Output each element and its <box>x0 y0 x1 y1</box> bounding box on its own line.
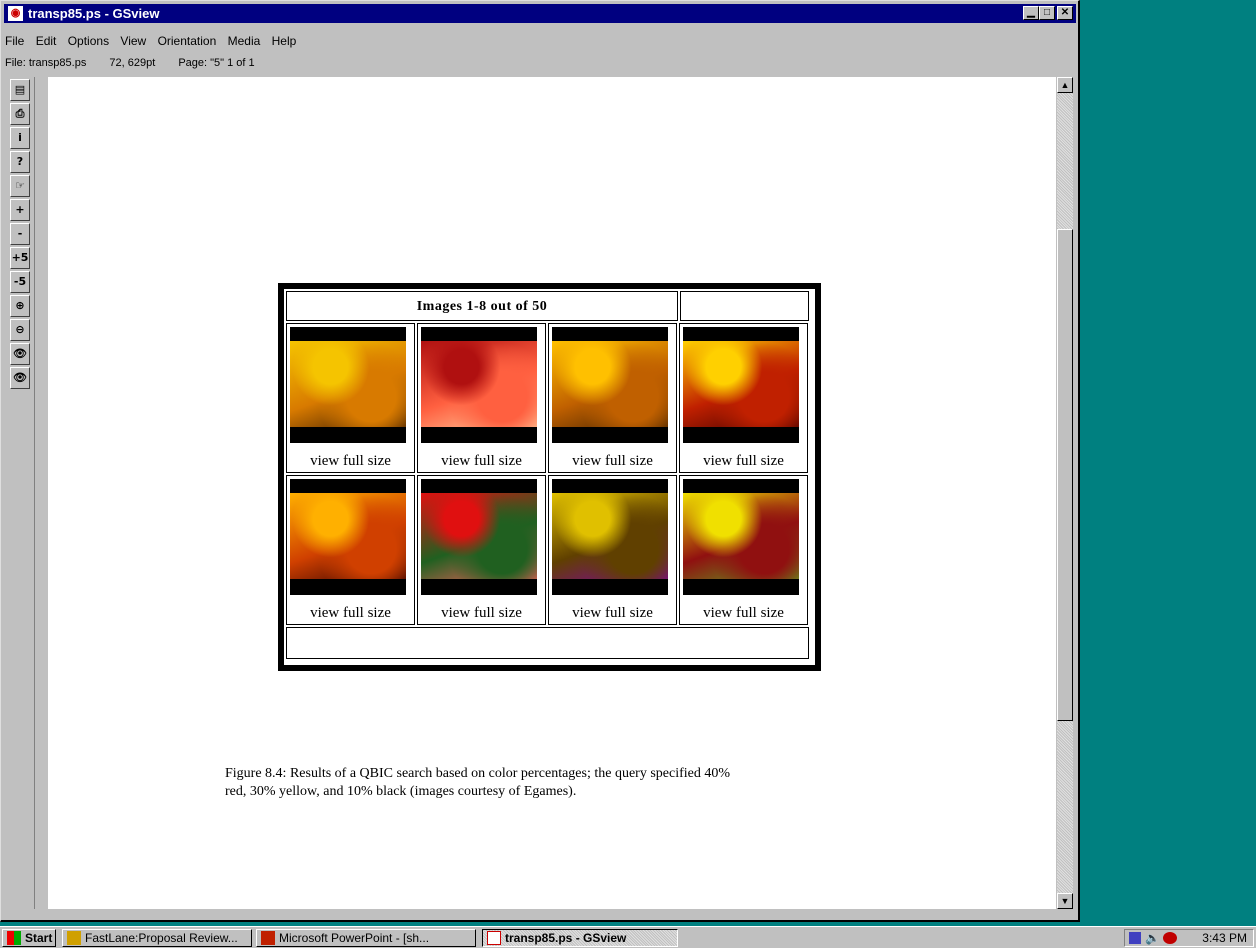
taskbar-fastlane[interactable]: FastLane:Proposal Review... <box>62 929 252 947</box>
system-tray: 🔈 3:43 PM <box>1124 929 1254 947</box>
thumbnail-image <box>421 493 537 579</box>
gsview-task-icon <box>487 931 501 945</box>
view-full-size-link[interactable]: view full size <box>549 605 676 622</box>
status-line: File: transp85.ps 72, 629pt Page: "5" 1 … <box>5 57 275 73</box>
fastlane-app-icon <box>67 931 81 945</box>
maximize-button[interactable]: □ <box>1039 6 1055 20</box>
result-cell: view full size <box>548 323 677 473</box>
result-thumbnail-bridge[interactable] <box>290 479 406 595</box>
powerpoint-app-icon <box>261 931 275 945</box>
view-full-size-link[interactable]: view full size <box>287 605 414 622</box>
start-label: Start <box>25 931 53 945</box>
status-page: Page: "5" 1 of 1 <box>178 57 255 69</box>
skip-forward-5-icon[interactable]: +5 <box>10 247 30 269</box>
result-thumbnail-buildings[interactable] <box>683 327 799 443</box>
taskbar-fastlane-label: FastLane:Proposal Review... <box>85 931 238 945</box>
menu-options[interactable]: Options <box>68 34 109 48</box>
qbic-results-table: Images 1-8 out of 50 view full size view … <box>278 283 821 671</box>
goto-page-icon[interactable]: ☞ <box>10 175 30 197</box>
start-button[interactable]: Start <box>2 929 56 947</box>
tool-strip: ▤ ⎙ i ? ☞ + - +5 -5 ⊕ ⊖ 👁 👁 <box>10 79 32 391</box>
menu-view[interactable]: View <box>120 34 146 48</box>
thumbnail-image <box>290 493 406 579</box>
gsview-app-icon[interactable]: ◉ <box>8 6 23 21</box>
result-thumbnail-fireworks[interactable] <box>421 327 537 443</box>
skip-back-5-icon[interactable]: -5 <box>10 271 30 293</box>
prev-page-icon[interactable]: - <box>10 223 30 245</box>
document-viewport[interactable]: Images 1-8 out of 50 view full size view … <box>48 77 1056 909</box>
caption-line-1: Figure 8.4: Results of a QBIC search bas… <box>225 766 731 781</box>
minimize-button[interactable]: ▁ <box>1023 6 1039 20</box>
result-thumbnail-pattern[interactable] <box>552 479 668 595</box>
next-page-icon[interactable]: + <box>10 199 30 221</box>
result-cell: view full size <box>679 475 808 625</box>
result-thumbnail-fruit[interactable] <box>683 479 799 595</box>
scroll-up-arrow-icon[interactable]: ▲ <box>1057 77 1073 93</box>
thumbnail-image <box>552 493 668 579</box>
menu-file[interactable]: File <box>5 34 24 48</box>
result-cell: view full size <box>286 323 415 473</box>
taskbar-powerpoint-label: Microsoft PowerPoint - [sh... <box>279 931 430 945</box>
thumbnail-image <box>421 341 537 427</box>
taskbar-powerpoint[interactable]: Microsoft PowerPoint - [sh... <box>256 929 476 947</box>
result-thumbnail-red-flowers[interactable] <box>421 479 537 595</box>
scroll-down-arrow-icon[interactable]: ▼ <box>1057 893 1073 909</box>
clock: 3:43 PM <box>1202 931 1247 945</box>
figure-caption: Figure 8.4: Results of a QBIC search bas… <box>225 765 925 801</box>
result-cell: view full size <box>286 475 415 625</box>
view-full-size-link[interactable]: view full size <box>680 605 807 622</box>
view-full-size-link[interactable]: view full size <box>287 453 414 470</box>
open-file-icon[interactable]: ▤ <box>10 79 30 101</box>
gsview-window: ◉ transp85.ps - GSview ▁ □ ✕ File Edit O… <box>0 0 1080 922</box>
view-full-size-link[interactable]: view full size <box>418 453 545 470</box>
zoom-out-icon[interactable]: ⊖ <box>10 319 30 341</box>
zoom-in-icon[interactable]: ⊕ <box>10 295 30 317</box>
thumbnail-image <box>683 341 799 427</box>
menu-orientation[interactable]: Orientation <box>158 34 217 48</box>
thumbnail-image <box>683 493 799 579</box>
taskbar-gsview[interactable]: transp85.ps - GSview <box>482 929 678 947</box>
scroll-thumb[interactable] <box>1057 229 1073 721</box>
result-cell: view full size <box>417 475 546 625</box>
volume-icon[interactable]: 🔈 <box>1145 931 1160 945</box>
close-button[interactable]: ✕ <box>1057 6 1073 20</box>
table-footer-cell <box>286 627 809 659</box>
view-full-size-link[interactable]: view full size <box>680 453 807 470</box>
status-file: File: transp85.ps <box>5 57 87 69</box>
result-thumbnail-sunset[interactable] <box>290 327 406 443</box>
window-title: transp85.ps - GSview <box>28 6 160 21</box>
status-coords: 72, 629pt <box>109 57 156 69</box>
security-shield-icon[interactable] <box>1129 932 1141 944</box>
menu-help[interactable]: Help <box>272 34 297 48</box>
network-icon[interactable] <box>1163 932 1177 944</box>
help-icon[interactable]: ? <box>10 151 30 173</box>
view-full-size-link[interactable]: view full size <box>549 453 676 470</box>
print-icon[interactable]: ⎙ <box>10 103 30 125</box>
taskbar-gsview-label: transp85.ps - GSview <box>505 931 627 945</box>
result-cell: view full size <box>679 323 808 473</box>
result-cell: view full size <box>417 323 546 473</box>
info-icon[interactable]: i <box>10 127 30 149</box>
table-header-empty-cell <box>680 291 809 321</box>
menu-bar: File Edit Options View Orientation Media… <box>5 34 304 52</box>
vertical-scrollbar[interactable]: ▲ ▼ <box>1057 77 1073 909</box>
taskbar: Start FastLane:Proposal Review... Micros… <box>0 926 1256 948</box>
find-next-icon[interactable]: 👁 <box>10 367 30 389</box>
menu-edit[interactable]: Edit <box>36 34 57 48</box>
view-full-size-link[interactable]: view full size <box>418 605 545 622</box>
find-text-icon[interactable]: 👁 <box>10 343 30 365</box>
thumbnail-image <box>552 341 668 427</box>
menu-media[interactable]: Media <box>228 34 261 48</box>
windows-logo-icon <box>7 931 21 945</box>
table-header: Images 1-8 out of 50 <box>286 291 678 321</box>
result-cell: view full size <box>548 475 677 625</box>
result-thumbnail-sunflower[interactable] <box>552 327 668 443</box>
title-bar[interactable]: ◉ transp85.ps - GSview ▁ □ ✕ <box>4 4 1076 23</box>
caption-line-2: red, 30% yellow, and 10% black (images c… <box>225 784 577 799</box>
thumbnail-image <box>290 341 406 427</box>
left-ruler <box>34 77 48 909</box>
